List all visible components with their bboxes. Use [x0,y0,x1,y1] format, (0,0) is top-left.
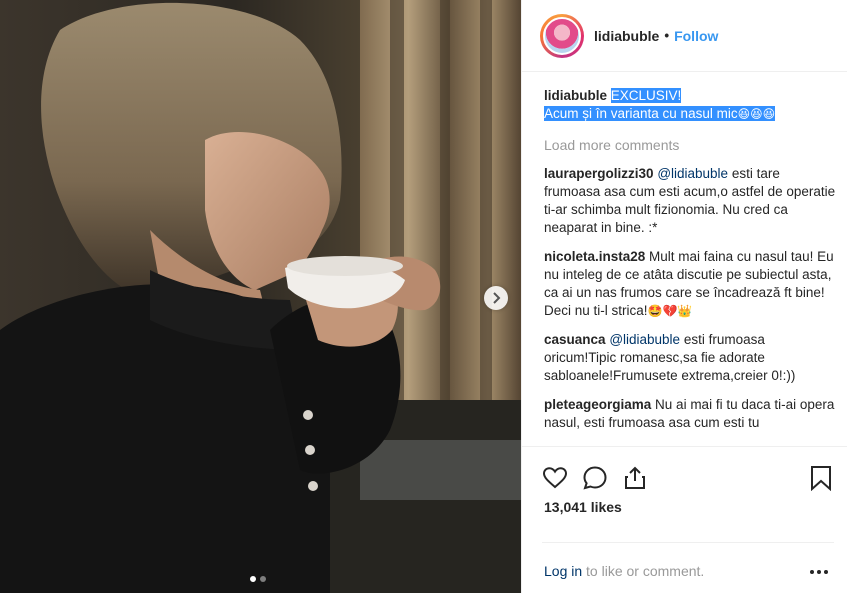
comment-item: pleteageorgiama Nu ai mai fi tu daca ti-… [544,396,836,432]
comment-username[interactable]: pleteageorgiama [544,397,651,412]
comment-item: laurapergolizzi30 @lidiabuble esti tare … [544,165,836,237]
login-prompt: Log in to like or comment. [544,563,704,579]
post-details-panel: lidiabuble • Follow lidiabuble EXCLUSIV!… [521,0,847,593]
caption-text-line1: EXCLUSIV! [610,88,682,103]
carousel-indicator [250,576,266,582]
comment-username[interactable]: nicoleta.insta28 [544,249,645,264]
share-icon[interactable] [622,465,648,491]
carousel-dot [260,576,266,582]
avatar-story-ring[interactable] [540,13,584,58]
actions-divider [522,446,847,447]
comment-mention[interactable]: @lidiabuble [609,332,680,347]
post-actions [542,463,834,493]
bookmark-icon[interactable] [808,465,834,491]
avatar [543,16,581,55]
likes-count[interactable]: 13,041 likes [544,499,622,515]
login-divider [542,542,834,543]
caption-author[interactable]: lidiabuble [544,88,607,103]
post-caption: lidiabuble EXCLUSIV! Acum și în varianta… [544,87,836,123]
comment-username[interactable]: laurapergolizzi30 [544,166,654,181]
load-more-comments-button[interactable]: Load more comments [544,136,836,154]
more-options-icon[interactable] [810,570,828,574]
caption-emojis: 😆😆😆 [737,107,776,121]
next-slide-button[interactable] [484,286,508,310]
comments-list: lidiabuble EXCLUSIV! Acum și în varianta… [544,87,836,443]
comment-item: nicoleta.insta28 Mult mai faina cu nasul… [544,248,836,320]
author-username[interactable]: lidiabuble [594,28,659,44]
login-link[interactable]: Log in [544,563,582,579]
follow-button[interactable]: Follow [674,28,718,44]
woman-drinking-coffee-image [0,0,521,593]
caption-text-line2: Acum și în varianta cu nasul mic😆😆😆 [544,106,776,121]
post-header: lidiabuble • Follow [522,0,847,72]
comment-emojis: 🤩💔👑 [647,304,693,318]
heart-icon[interactable] [542,465,568,491]
post-photo[interactable] [0,0,521,593]
comment-mention[interactable]: @lidiabuble [657,166,728,181]
comment-username[interactable]: casuanca [544,332,606,347]
login-prompt-text: to like or comment. [582,563,705,579]
instagram-post: lidiabuble • Follow lidiabuble EXCLUSIV!… [0,0,847,593]
chevron-right-icon [493,292,501,304]
comment-bubble-icon[interactable] [582,465,608,491]
carousel-dot-active [250,576,256,582]
header-separator: • [664,28,670,43]
comment-item: casuanca @lidiabuble esti frumoasa oricu… [544,331,836,385]
